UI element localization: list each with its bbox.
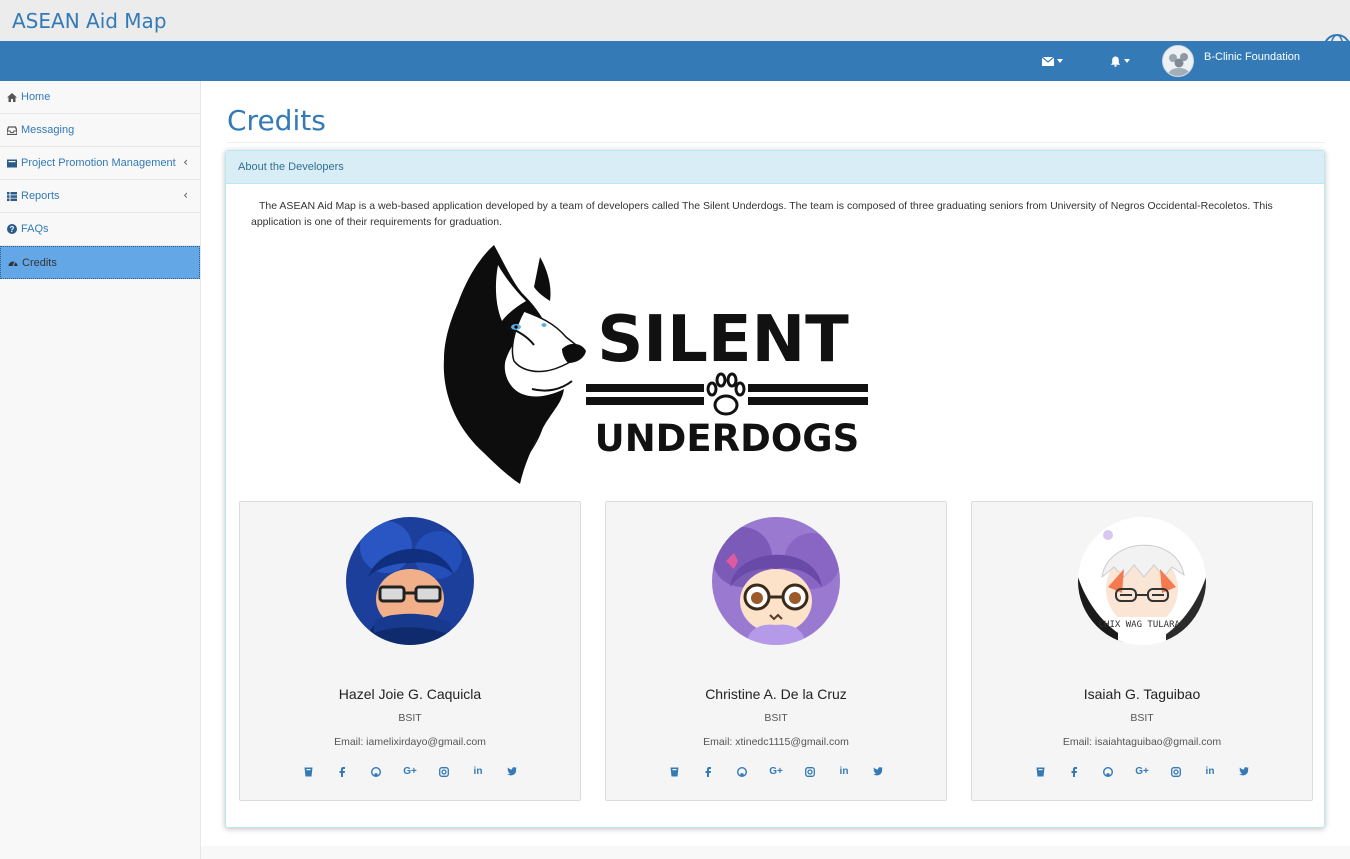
folder-icon	[7, 158, 17, 168]
sidebar-item-label: Messaging	[21, 124, 75, 136]
sidebar-item-label: Home	[21, 91, 51, 103]
facebook-icon[interactable]	[701, 764, 716, 779]
question-circle-icon: ?	[7, 224, 17, 234]
social-links: G+ in	[240, 764, 580, 779]
developer-course: BSIT	[764, 712, 788, 724]
github-icon[interactable]	[1101, 764, 1116, 779]
developer-card: Christine A. De la Cruz BSIT Email: xtin…	[605, 501, 947, 801]
developer-email: Email: isaiahtaguibao@gmail.com	[1062, 736, 1222, 748]
sidebar-item-label: Credits	[22, 256, 57, 269]
brand-bar: ASEAN Aid Map	[0, 0, 1350, 62]
drupal-icon[interactable]	[667, 764, 682, 779]
sidebar-item-credits[interactable]: Credits	[0, 246, 200, 279]
sidebar-item-label: FAQs	[21, 223, 49, 235]
developer-photo	[346, 517, 474, 645]
instagram-icon[interactable]	[803, 764, 818, 779]
sidebar-item-label: Project Promotion Management	[21, 157, 176, 169]
dashboard-icon	[8, 258, 18, 268]
developer-course: BSIT	[398, 712, 422, 724]
bell-icon	[1110, 56, 1121, 67]
developer-name: Isaiah G. Taguibao	[1083, 686, 1201, 702]
linkedin-icon[interactable]: in	[837, 764, 852, 779]
instagram-icon[interactable]	[1169, 764, 1184, 779]
developers-panel: About the Developers The ASEAN Aid Map i…	[225, 150, 1325, 828]
drupal-icon[interactable]	[301, 764, 316, 779]
developer-email: Email: iamelixirdayo@gmail.com	[334, 736, 486, 748]
user-menu[interactable]: B-Clinic Foundation	[1162, 45, 1300, 77]
google-plus-icon[interactable]: G+	[769, 764, 784, 779]
social-links: G+ in	[606, 764, 946, 779]
panel-heading: About the Developers	[226, 151, 1324, 184]
notifications-dropdown[interactable]	[1110, 51, 1130, 71]
google-plus-icon[interactable]: G+	[403, 764, 418, 779]
social-links: G+ in	[972, 764, 1312, 779]
logo-line2: UNDERDOGS	[595, 417, 860, 460]
developer-name: Christine A. De la Cruz	[705, 686, 847, 702]
linkedin-icon[interactable]: in	[471, 764, 486, 779]
linkedin-icon[interactable]: in	[1203, 764, 1218, 779]
github-icon[interactable]	[369, 764, 384, 779]
twitter-icon[interactable]	[505, 764, 520, 779]
inbox-icon	[7, 125, 17, 135]
developer-name: Hazel Joie G. Caquicla	[338, 686, 482, 702]
home-icon	[7, 92, 17, 102]
avatar-caption: CHIX WAG TULARAN	[1099, 620, 1186, 630]
team-logo: SILENT UNDERDOGS	[443, 245, 868, 484]
developer-email: Email: xtinedc1115@gmail.com	[703, 736, 849, 748]
caret-down-icon	[1124, 59, 1130, 63]
divider	[227, 142, 1325, 143]
developer-photo: CHIX WAG TULARAN	[1078, 517, 1206, 645]
facebook-icon[interactable]	[335, 764, 350, 779]
top-navbar: B-Clinic Foundation	[0, 41, 1350, 81]
caret-down-icon	[1057, 59, 1063, 63]
messages-dropdown[interactable]	[1042, 51, 1063, 71]
main-content: Credits About the Developers The ASEAN A…	[201, 81, 1350, 846]
sidebar-item-home[interactable]: Home	[0, 81, 200, 114]
instagram-icon[interactable]	[437, 764, 452, 779]
sidebar: Home Messaging Project Promotion Managem…	[0, 81, 201, 859]
envelope-icon	[1042, 56, 1054, 66]
user-name: B-Clinic Foundation	[1204, 51, 1300, 63]
twitter-icon[interactable]	[1237, 764, 1252, 779]
intro-text: The ASEAN Aid Map is a web-based applica…	[251, 200, 1273, 228]
developer-course: BSIT	[1130, 712, 1154, 724]
logo-line1: SILENT	[597, 303, 849, 377]
chevron-left-icon: ‹	[183, 188, 188, 202]
developer-card: Hazel Joie G. Caquicla BSIT Email: iamel…	[239, 501, 581, 801]
sidebar-item-faqs[interactable]: ? FAQs	[0, 213, 200, 246]
github-icon[interactable]	[735, 764, 750, 779]
chevron-left-icon: ‹	[183, 155, 188, 169]
facebook-icon[interactable]	[1067, 764, 1082, 779]
sidebar-item-label: Reports	[21, 190, 60, 202]
sidebar-item-reports[interactable]: Reports ‹	[0, 180, 200, 213]
sidebar-item-project-promotion-management[interactable]: Project Promotion Management ‹	[0, 147, 200, 180]
developer-photo	[712, 517, 840, 645]
svg-text:?: ?	[10, 225, 15, 234]
twitter-icon[interactable]	[871, 764, 886, 779]
avatar	[1162, 45, 1194, 77]
table-icon	[7, 191, 17, 201]
page-title: Credits	[227, 104, 326, 137]
sidebar-item-messaging[interactable]: Messaging	[0, 114, 200, 147]
google-plus-icon[interactable]: G+	[1135, 764, 1150, 779]
app-title[interactable]: ASEAN Aid Map	[12, 9, 167, 33]
drupal-icon[interactable]	[1033, 764, 1048, 779]
developer-card: CHIX WAG TULARAN Isaiah G. Taguibao BSIT…	[971, 501, 1313, 801]
